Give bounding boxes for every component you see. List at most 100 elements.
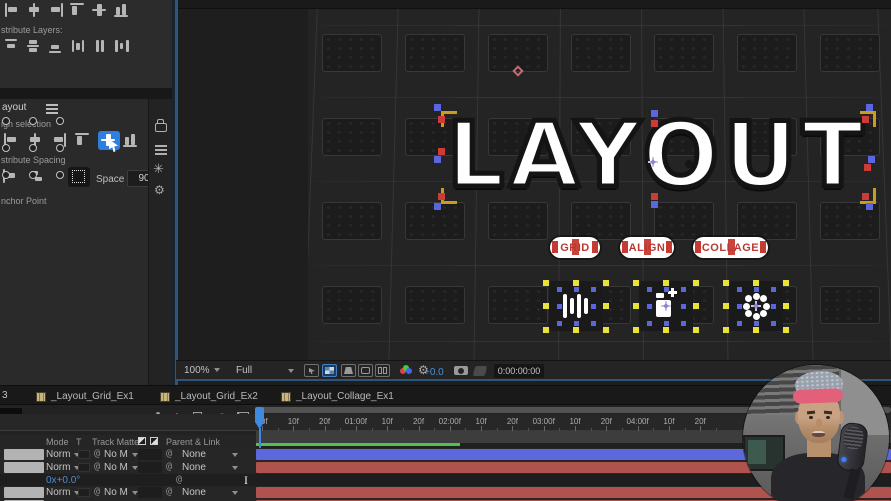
briefcase-icon[interactable] — [155, 123, 167, 132]
pickwhip-icon[interactable]: @ — [94, 461, 100, 472]
yellow-handle[interactable] — [783, 280, 789, 286]
yellow-handle[interactable] — [603, 303, 609, 309]
yellow-handle[interactable] — [543, 303, 549, 309]
yellow-handle[interactable] — [633, 280, 639, 286]
mode-dropdown[interactable]: Norm — [46, 462, 80, 473]
parent-pickwhip-icon[interactable]: @ — [166, 486, 172, 497]
yellow-handle[interactable] — [723, 303, 729, 309]
align-selection-button-active[interactable] — [98, 131, 120, 150]
blue-handle[interactable] — [868, 156, 875, 163]
t-toggle[interactable] — [78, 488, 90, 497]
align-selection-button[interactable] — [123, 133, 139, 148]
yellow-handle[interactable] — [633, 303, 639, 309]
gear-icon[interactable]: ⚙ — [154, 183, 165, 197]
yellow-handle[interactable] — [723, 327, 729, 333]
parent-pickwhip-icon[interactable]: @ — [166, 461, 172, 472]
distribute-layers-icon[interactable] — [26, 39, 42, 54]
blue-handle[interactable] — [771, 321, 776, 326]
anchor-point-radio[interactable] — [2, 171, 10, 179]
t-toggle[interactable] — [78, 463, 90, 472]
transparency-grid-icon-active[interactable] — [322, 364, 337, 377]
anchor-point-radio[interactable] — [2, 117, 10, 125]
exposure-value[interactable]: +0.0 — [424, 367, 444, 378]
viewer-icon[interactable] — [341, 364, 356, 377]
blue-handle[interactable] — [591, 287, 596, 292]
red-handle[interactable] — [438, 193, 445, 200]
align-layers-icon[interactable] — [48, 3, 64, 18]
align-layers-icon[interactable] — [26, 3, 42, 18]
align-selection-button[interactable] — [75, 133, 91, 148]
anchor-point-radio[interactable] — [29, 144, 37, 152]
yellow-handle[interactable] — [753, 280, 759, 286]
red-handle[interactable] — [666, 241, 672, 253]
yellow-handle[interactable] — [543, 327, 549, 333]
property-pickwhip-icon[interactable]: @ — [176, 474, 182, 485]
layer-name-selected[interactable] — [4, 487, 44, 498]
anchor-point-radio[interactable] — [56, 144, 64, 152]
blue-handle[interactable] — [664, 321, 669, 326]
anchor-point-radio[interactable] — [29, 117, 37, 125]
parent-pickwhip-icon[interactable]: @ — [166, 448, 172, 459]
blue-handle[interactable] — [557, 287, 562, 292]
tab-layout-grid-ex2[interactable]: _Layout_Grid_Ex2 — [160, 389, 258, 404]
blue-handle[interactable] — [574, 321, 579, 326]
mode-dropdown[interactable]: Norm — [46, 487, 80, 498]
yellow-handle[interactable] — [603, 327, 609, 333]
yellow-handle[interactable] — [663, 280, 669, 286]
blue-handle[interactable] — [737, 287, 742, 292]
blue-handle[interactable] — [754, 321, 759, 326]
col-track-matte[interactable]: Track Matte — [92, 437, 139, 447]
blue-handle[interactable] — [754, 287, 759, 292]
distribute-layers-icon[interactable] — [70, 39, 86, 54]
yellow-handle[interactable] — [603, 280, 609, 286]
blue-handle[interactable] — [651, 201, 658, 208]
mode-dropdown[interactable]: Norm — [46, 449, 80, 460]
collage-button[interactable]: COLLAGE — [693, 237, 768, 258]
red-handle[interactable] — [862, 116, 869, 123]
anchor-point-radio[interactable] — [29, 171, 37, 179]
blue-handle[interactable] — [591, 304, 596, 309]
blue-handle[interactable] — [681, 287, 686, 292]
col-t[interactable]: T — [76, 437, 82, 447]
yellow-handle[interactable] — [663, 327, 669, 333]
modes-icon[interactable] — [150, 437, 158, 445]
distribute-layers-icon[interactable] — [114, 39, 130, 54]
distribute-layers-icon[interactable] — [92, 39, 108, 54]
blue-handle[interactable] — [771, 304, 776, 309]
selection-bounds-toggle[interactable] — [68, 167, 90, 187]
blue-handle[interactable] — [434, 156, 441, 163]
red-handle[interactable] — [651, 193, 658, 200]
align-button[interactable]: ALIGN — [620, 237, 674, 258]
align-layers-icon[interactable] — [92, 3, 108, 18]
yellow-handle[interactable] — [693, 280, 699, 286]
toggle-switches-icon[interactable] — [138, 437, 146, 445]
red-handle[interactable] — [438, 116, 445, 123]
anchor-point-radio[interactable] — [2, 144, 10, 152]
timecode-display[interactable]: 0:00:00:00 — [494, 364, 544, 378]
blue-handle[interactable] — [771, 287, 776, 292]
blue-handle[interactable] — [651, 110, 658, 117]
t-toggle[interactable] — [78, 450, 90, 459]
yellow-handle[interactable] — [693, 303, 699, 309]
anchor-point-radio[interactable] — [56, 117, 64, 125]
red-handle[interactable] — [438, 148, 445, 155]
matte-dropdown[interactable]: No M — [104, 449, 138, 460]
blue-handle[interactable] — [664, 287, 669, 292]
red-handle[interactable] — [622, 241, 628, 253]
yellow-handle[interactable] — [573, 327, 579, 333]
list-icon[interactable] — [155, 145, 167, 147]
layer-name-selected[interactable] — [4, 462, 44, 473]
panel-menu-icon[interactable] — [46, 104, 58, 106]
red-handle[interactable] — [592, 241, 598, 253]
flower-icon[interactable]: ✳ — [153, 161, 164, 177]
blue-handle[interactable] — [434, 203, 441, 210]
distribute-layers-icon[interactable] — [4, 39, 20, 54]
yellow-handle[interactable] — [633, 327, 639, 333]
anchor-point-radio[interactable] — [56, 171, 64, 179]
zoom-select[interactable]: 100% — [184, 365, 220, 376]
blue-handle[interactable] — [866, 104, 873, 111]
yellow-handle[interactable] — [753, 327, 759, 333]
blue-handle[interactable] — [574, 287, 579, 292]
yellow-handle[interactable] — [783, 327, 789, 333]
yellow-handle[interactable] — [723, 280, 729, 286]
